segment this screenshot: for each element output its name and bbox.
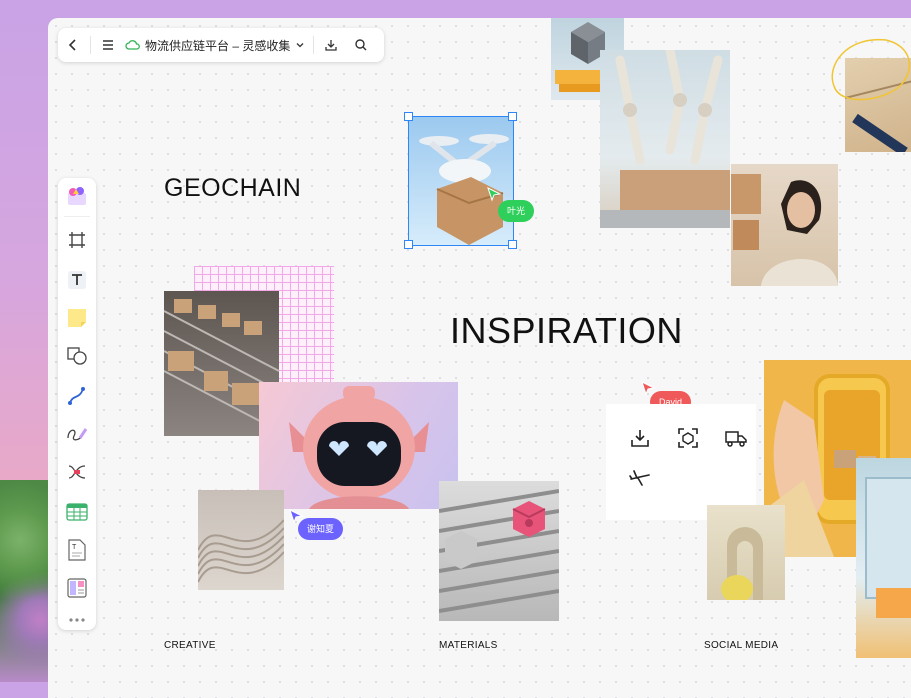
image-wavy-sculpture[interactable] (198, 490, 284, 590)
scan-box-icon[interactable] (676, 426, 700, 450)
table-tool[interactable] (65, 500, 89, 524)
app-logo-icon[interactable] (65, 184, 89, 208)
heading-inspiration[interactable]: INSPIRATION (450, 310, 683, 352)
download-icon (325, 40, 337, 51)
connector-icon (68, 387, 85, 405)
top-bar: 物流供应链平台 – 灵感收集 (58, 28, 384, 62)
truck-icon[interactable] (724, 426, 748, 450)
cursor-label-xiezhixia: 谢知夏 (298, 518, 344, 540)
frame-icon (69, 232, 85, 248)
text-icon (68, 271, 86, 289)
shape-tool[interactable] (65, 344, 89, 368)
download-tray-icon[interactable] (628, 426, 652, 450)
cursor-label-yeguang: 叶光 (498, 200, 535, 222)
caption-creative[interactable]: CREATIVE (164, 640, 216, 651)
caption-materials[interactable]: MATERIALS (439, 640, 498, 651)
caption-social-media[interactable]: SOCIAL MEDIA (704, 640, 778, 651)
shape-icon (67, 347, 87, 365)
cloud-icon (125, 40, 140, 50)
sticky-note-tool[interactable] (65, 306, 89, 330)
cursor-arrow-icon (487, 187, 502, 202)
heading-geochain[interactable]: GEOCHAIN (164, 174, 301, 203)
divider (90, 36, 91, 54)
whiteboard-canvas[interactable]: 物流供应链平台 – 灵感收集 T GEOCHAIN INSPIRATION CR… (48, 18, 911, 698)
more-tools-button[interactable] (65, 608, 89, 632)
pen-icon (67, 428, 88, 441)
icon-set-card[interactable] (606, 404, 756, 520)
pen-tool[interactable] (65, 422, 89, 446)
doc-icon: T (68, 539, 86, 561)
text-tool[interactable] (65, 268, 89, 292)
export-button[interactable] (316, 28, 346, 62)
search-button[interactable] (346, 28, 376, 62)
menu-icon (103, 40, 113, 50)
doc-title-button[interactable]: 物流供应链平台 – 灵感收集 (125, 28, 305, 62)
selection-handle[interactable] (404, 112, 413, 121)
image-pink-robot[interactable] (259, 382, 458, 509)
image-arch-sculpture[interactable] (707, 505, 785, 600)
menu-button[interactable] (93, 28, 123, 62)
image-glass-blocks[interactable] (856, 458, 911, 658)
selection-handle[interactable] (508, 112, 517, 121)
template-tool[interactable] (65, 576, 89, 600)
frame-tool[interactable] (65, 228, 89, 252)
selection-handle[interactable] (404, 240, 413, 249)
chevron-left-icon (68, 39, 76, 51)
selection-handle[interactable] (508, 240, 517, 249)
yellow-scribble-annotation[interactable] (826, 36, 911, 108)
more-icon (69, 618, 85, 622)
tool-palette: T (58, 178, 96, 630)
search-icon (355, 39, 367, 51)
document-title: 物流供应链平台 – 灵感收集 (145, 38, 291, 53)
image-delivery-drone-selected[interactable] (408, 116, 514, 246)
chevron-down-icon (296, 43, 304, 48)
divider (313, 36, 315, 54)
image-robotic-arms[interactable] (600, 50, 730, 228)
back-button[interactable] (58, 28, 88, 62)
sticky-note-icon (68, 309, 86, 327)
doc-tool[interactable]: T (65, 538, 89, 562)
mindmap-tool[interactable] (65, 460, 89, 484)
image-worker-with-boxes[interactable] (731, 164, 838, 286)
image-roller-conveyor[interactable] (439, 481, 559, 621)
svg-text:T: T (72, 544, 77, 551)
airplane-icon[interactable] (628, 466, 652, 490)
table-icon (66, 503, 88, 521)
divider (64, 216, 90, 217)
mindmap-icon (68, 465, 86, 479)
template-icon (67, 578, 87, 598)
connector-tool[interactable] (65, 384, 89, 408)
